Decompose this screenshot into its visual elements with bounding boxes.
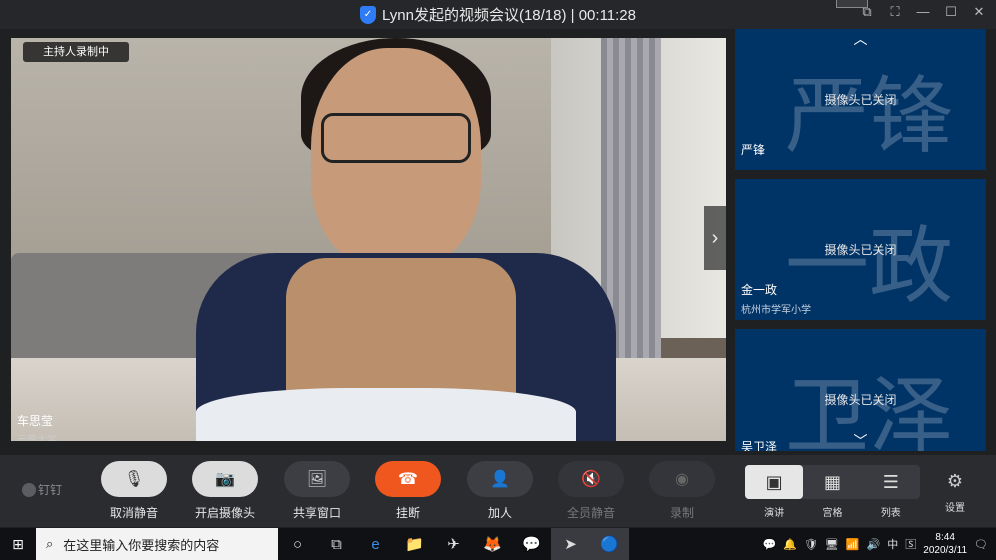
speaker-view-label[interactable]: 演讲: [745, 504, 803, 519]
record-icon: ◉: [649, 461, 715, 497]
window-title: ✓ Lynn发起的视频会议(18/18) | 00:11:28: [0, 0, 996, 29]
minimize-button[interactable]: —: [914, 4, 932, 20]
chevron-down-icon[interactable]: ﹀: [735, 431, 986, 451]
sogou-ime-icon[interactable]: 🅂: [905, 536, 916, 552]
participant-tile[interactable]: 卫泽 摄像头已关闭 吴卫泽 ﹀: [735, 329, 986, 451]
share-screen-icon: 🖼: [284, 461, 350, 497]
unmute-button[interactable]: 🎙 取消静音: [89, 461, 179, 521]
task-view-icon[interactable]: ⧉: [317, 528, 356, 560]
main-video[interactable]: 主持人录制中 车思莹 云南大学 ›: [11, 38, 726, 441]
close-button[interactable]: ✕: [970, 4, 988, 20]
unmute-label: 取消静音: [109, 506, 158, 520]
participant-panel: 严锋 ︿ 摄像头已关闭 严锋 一政 摄像头已关闭 金一政 杭州市学军小学 卫泽 …: [735, 29, 986, 451]
record-button[interactable]: ◉ 录制: [637, 461, 727, 521]
hang-up-button[interactable]: ☎ 挂断: [363, 461, 453, 521]
brand: 钉钉: [22, 481, 62, 498]
camera-off-status: 摄像头已关闭: [824, 93, 897, 107]
next-page-arrow-icon[interactable]: ›: [704, 206, 726, 270]
start-camera-button[interactable]: 📷 开启摄像头: [180, 461, 270, 521]
wifi-icon[interactable]: 📶: [846, 538, 860, 551]
view-switcher-labels: 演讲 宫格 列表: [745, 504, 920, 519]
share-window-button[interactable]: 🖼 共享窗口: [272, 461, 362, 521]
mute-all-button[interactable]: 🔇 全员静音: [546, 461, 636, 521]
add-participant-button[interactable]: 👤 加人: [455, 461, 545, 521]
settings-label: 设置: [945, 503, 965, 514]
speaker-org: 云南大学: [17, 435, 57, 441]
fullscreen-icon[interactable]: ⛶: [886, 4, 904, 20]
settings-button[interactable]: ⚙ 设置: [935, 471, 975, 514]
file-explorer-icon[interactable]: 📁: [395, 528, 434, 560]
mute-all-label: 全员静音: [566, 506, 615, 520]
search-icon: ⌕: [46, 536, 54, 551]
share-window-label: 共享窗口: [292, 506, 341, 520]
paper-plane-app-icon[interactable]: ✈: [434, 528, 473, 560]
grid-view-icon[interactable]: ▦: [803, 465, 861, 499]
clock-date: 2020/3/11: [923, 545, 968, 556]
camera-off-icon: 📷: [192, 461, 258, 497]
notification-tray-icon[interactable]: 🔔: [783, 538, 797, 551]
participant-tile[interactable]: 严锋 ︿ 摄像头已关闭 严锋: [735, 29, 986, 170]
window-title-text: Lynn发起的视频会议(18/18) | 00:11:28: [381, 7, 636, 24]
dingtalk-taskbar-icon[interactable]: ➤: [551, 528, 590, 560]
record-label: 录制: [669, 506, 694, 520]
chevron-up-icon[interactable]: ︿: [735, 29, 986, 49]
window-controls: ⧉ ⛶ — ☐ ✕: [858, 4, 988, 20]
speaker-view-icon[interactable]: ▣: [745, 465, 804, 499]
add-participant-label: 加人: [487, 506, 512, 520]
display-tray-icon[interactable]: 🖥: [825, 538, 839, 551]
mute-all-icon: 🔇: [558, 461, 624, 497]
avatar-text: 严锋: [785, 67, 954, 165]
view-switcher: ▣ ▦ ☰: [745, 465, 920, 499]
participant-org: 杭州市学军小学: [741, 305, 811, 316]
hang-up-icon: ☎: [375, 461, 441, 497]
list-view-icon[interactable]: ☰: [862, 465, 920, 499]
system-tray: 💬 🔔 🛡 🖥 📶 🔊 中 🅂 8:44 2020/3/11 🗨: [763, 528, 996, 560]
dingtalk-meeting-taskbar-icon[interactable]: 🔵: [590, 528, 629, 560]
recording-badge: 主持人录制中: [23, 42, 129, 62]
add-user-icon: 👤: [467, 461, 533, 497]
wechat-icon[interactable]: 💬: [512, 528, 551, 560]
participant-name: 严锋: [741, 143, 766, 157]
start-camera-label: 开启摄像头: [194, 506, 255, 520]
mic-muted-icon: 🎙: [101, 461, 167, 497]
clock[interactable]: 8:44 2020/3/11: [923, 531, 967, 557]
action-center-icon[interactable]: 🗨: [974, 538, 988, 551]
shield-tray-icon[interactable]: 🛡: [804, 538, 818, 551]
brand-label: 钉钉: [38, 483, 63, 497]
taskbar: ⊞ ⌕ 在这里输入你要搜索的内容 ○ ⧉ e 📁 ✈ 🦊 💬 ➤ 🔵 💬 🔔 🛡…: [0, 528, 996, 560]
volume-icon[interactable]: 🔊: [867, 538, 881, 551]
grid-view-label[interactable]: 宫格: [803, 504, 861, 519]
ime-indicator[interactable]: 中: [887, 536, 898, 552]
camera-off-status: 摄像头已关闭: [824, 393, 897, 407]
hang-up-label: 挂断: [395, 506, 420, 520]
search-placeholder: 在这里输入你要搜索的内容: [63, 537, 220, 553]
gear-icon: ⚙: [946, 471, 964, 491]
popout-icon[interactable]: ⧉: [858, 4, 876, 20]
windows-start-icon[interactable]: ⊞: [0, 528, 36, 560]
cortana-icon[interactable]: ○: [278, 528, 317, 560]
camera-off-status: 摄像头已关闭: [824, 243, 897, 257]
meeting-toolbar: 钉钉 🎙 取消静音 📷 开启摄像头 🖼 共享窗口 ☎ 挂断 👤 加人 🔇 全员静…: [0, 455, 996, 527]
dingtalk-logo-icon: [22, 482, 36, 497]
edge-browser-icon[interactable]: e: [356, 528, 395, 560]
wechat-tray-icon[interactable]: 💬: [763, 538, 777, 551]
title-bar: ✓ Lynn发起的视频会议(18/18) | 00:11:28 ⧉ ⛶ — ☐ …: [0, 0, 996, 29]
firefox-icon[interactable]: 🦊: [473, 528, 512, 560]
shield-icon: ✓: [359, 5, 376, 24]
list-view-label[interactable]: 列表: [862, 504, 920, 519]
speaker-name: 车思莹: [17, 414, 54, 428]
participant-name: 金一政: [741, 283, 778, 297]
maximize-button[interactable]: ☐: [942, 4, 960, 20]
taskbar-search[interactable]: ⌕ 在这里输入你要搜索的内容: [36, 528, 278, 560]
clock-time: 8:44: [935, 532, 955, 543]
participant-tile[interactable]: 一政 摄像头已关闭 金一政 杭州市学军小学: [735, 179, 986, 320]
